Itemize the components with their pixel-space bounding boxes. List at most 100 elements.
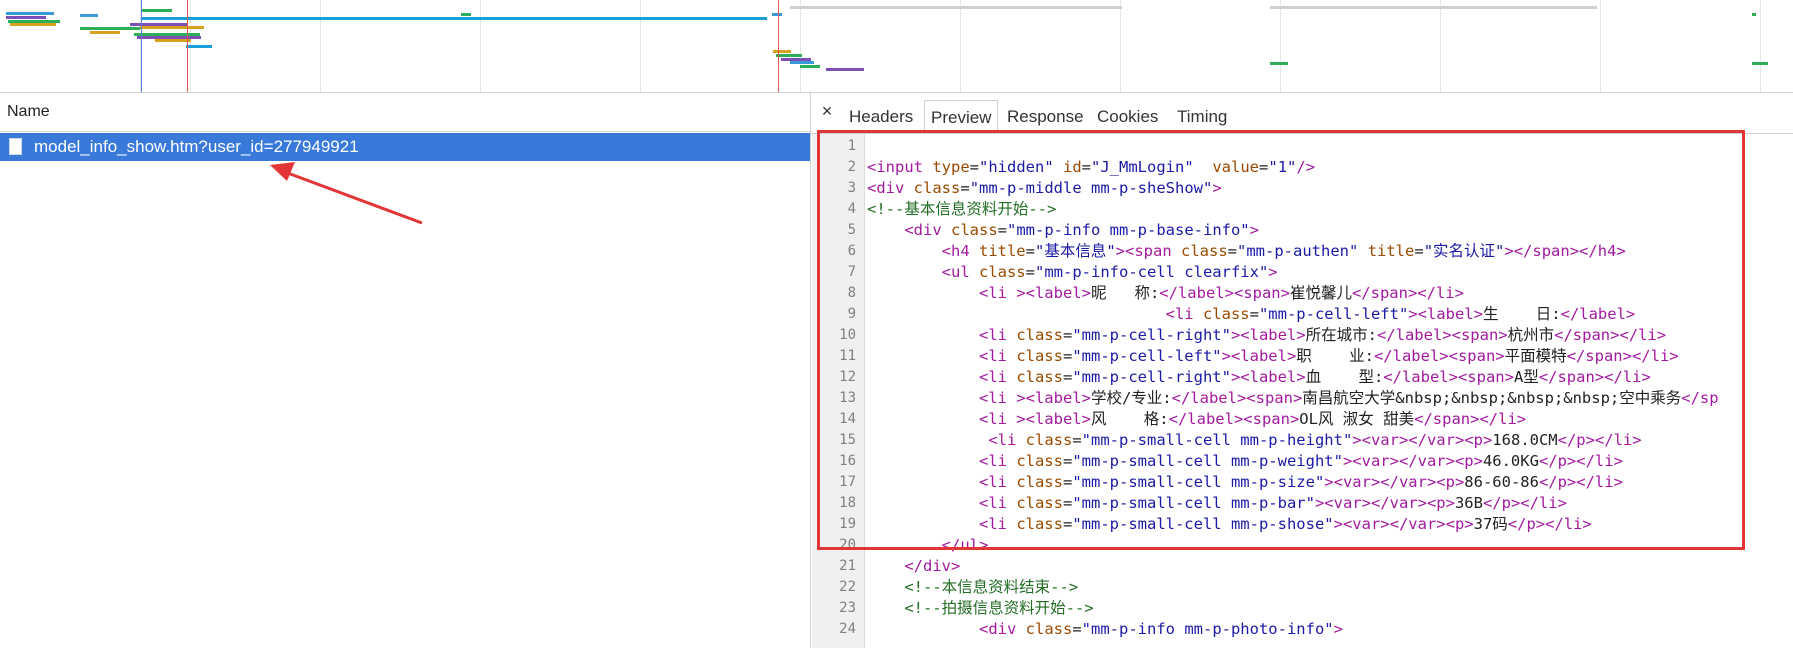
line-number: 23 (839, 600, 856, 616)
code-token: 学校/专业: (1090, 389, 1172, 407)
code-token: </p></li> (1507, 515, 1592, 533)
code-token: = (960, 179, 970, 197)
code-token: = (1062, 326, 1073, 344)
code-text: </ul> (867, 535, 989, 556)
code-token: "基本信息" (1035, 242, 1116, 260)
code-text: <li class="mm-p-cell-left"><label>生 日:</… (867, 304, 1636, 325)
timeline-gridline (800, 0, 801, 92)
request-list-panel: Name model_info_show.htm?user_id=2779499… (0, 93, 811, 648)
code-token: <li ><label> (978, 284, 1091, 302)
code-token: id (1063, 158, 1082, 176)
code-token: "实名认证" (1423, 242, 1505, 260)
timeline-request-bar (790, 6, 1122, 9)
code-token: <input (867, 158, 933, 176)
tab-timing[interactable]: Timing (1171, 100, 1233, 133)
code-token: OL风 淑女 甜美 (1299, 410, 1415, 428)
code-token: </span></li> (1554, 326, 1667, 344)
timeline-request-bar (800, 65, 820, 68)
code-token: 生 日: (1482, 305, 1561, 323)
line-number: 19 (839, 516, 856, 532)
code-token: "mm-p-cell-right" (1072, 326, 1231, 344)
timeline-request-bar (155, 39, 191, 42)
code-token: <li ><label> (978, 410, 1091, 428)
code-token: = (1062, 452, 1073, 470)
timeline-gridline (960, 0, 961, 92)
code-text: <li ><label>昵 称:</label><span>崔悦馨儿</span… (867, 283, 1464, 304)
code-text: </div> (867, 556, 960, 577)
line-number: 9 (847, 306, 856, 322)
code-token: "mm-p-info mm-p-photo-info" (1081, 620, 1334, 638)
code-token: <div (904, 221, 951, 239)
network-overview-timeline[interactable] (0, 0, 1793, 93)
line-number: 3 (847, 180, 856, 196)
timeline-request-bar (186, 45, 212, 48)
code-token: = (1414, 242, 1424, 260)
code-token: "mm-p-cell-left" (1258, 305, 1409, 323)
code-line: 19 <li class="mm-p-small-cell mm-p-shose… (812, 514, 1793, 535)
code-token: = (1072, 620, 1082, 638)
code-token: value (1212, 158, 1260, 176)
code-text: <li ><label>学校/专业:</label><span>南昌航空大学&n… (867, 388, 1719, 409)
code-token: "mm-p-small-cell mm-p-size" (1072, 473, 1325, 491)
timeline-request-bar (461, 13, 471, 16)
code-token: </span></li> (1351, 284, 1464, 302)
code-text: <!--基本信息资料开始--> (867, 199, 1056, 220)
code-token: "mm-p-info-cell clearfix" (1035, 263, 1269, 281)
code-token: <li ><label> (978, 389, 1091, 407)
code-token: <li (978, 452, 1017, 470)
line-number: 18 (839, 495, 856, 511)
code-token: = (1025, 242, 1035, 260)
code-token: </span></li> (1566, 347, 1679, 365)
code-token: </label><span> (1159, 284, 1290, 302)
timeline-gridline (1120, 0, 1121, 92)
code-line: 11 <li class="mm-p-cell-left"><label>职 业… (812, 346, 1793, 367)
tab-response[interactable]: Response (1001, 100, 1090, 133)
timeline-request-bar (80, 14, 98, 17)
code-token: ><label> (1221, 347, 1297, 365)
code-token: class (1202, 305, 1250, 323)
code-token: A型 (1513, 368, 1539, 386)
line-number: 13 (839, 390, 856, 406)
code-token: <li (978, 368, 1017, 386)
line-number: 14 (839, 411, 856, 427)
code-line: 24 <div class="mm-p-info mm-p-photo-info… (812, 619, 1793, 640)
code-line: 8 <li ><label>昵 称:</label><span>崔悦馨儿</sp… (812, 283, 1793, 304)
code-token: type (932, 158, 970, 176)
line-number: 5 (847, 222, 856, 238)
tab-headers[interactable]: Headers (843, 100, 919, 133)
tab-preview[interactable]: Preview (924, 100, 999, 133)
code-token: 平面模特 (1504, 347, 1567, 365)
code-token: > (1268, 263, 1278, 281)
code-text: <!--拍摄信息资料开始--> (867, 598, 1093, 619)
line-number: 4 (847, 201, 856, 217)
code-token: class (1016, 515, 1063, 533)
code-text: <li class="mm-p-small-cell mm-p-size"><v… (867, 472, 1623, 493)
code-line: 3 <div class="mm-p-middle mm-p-sheShow"> (812, 178, 1793, 199)
code-token: ><var></var><p> (1324, 473, 1465, 491)
code-line: 22 <!--本信息资料结束--> (812, 577, 1793, 598)
close-icon[interactable]: × (819, 101, 835, 122)
code-token: <div (867, 179, 914, 197)
code-text: <div class="mm-p-middle mm-p-sheShow"> (867, 178, 1222, 199)
line-number: 22 (839, 579, 856, 595)
tab-cookies[interactable]: Cookies (1091, 100, 1164, 133)
code-token: <li (988, 431, 1026, 449)
code-token: </div> (904, 557, 961, 575)
code-token: ><label> (1230, 368, 1306, 386)
preview-source-view[interactable]: 1 2 <input type="hidden" id="J_MmLogin" va… (812, 134, 1793, 648)
line-number: 24 (839, 621, 856, 637)
line-number: 2 (847, 159, 856, 175)
request-row-selected[interactable]: model_info_show.htm?user_id=277949921 (0, 133, 810, 161)
code-token: <h4 (941, 242, 979, 260)
code-token: ><label> (1230, 326, 1306, 344)
timeline-gridline (1760, 0, 1761, 92)
code-token: <li (978, 473, 1017, 491)
name-column-header[interactable]: Name (0, 93, 810, 132)
timeline-request-bar (1270, 6, 1597, 9)
code-token: ><var></var><p> (1314, 494, 1455, 512)
